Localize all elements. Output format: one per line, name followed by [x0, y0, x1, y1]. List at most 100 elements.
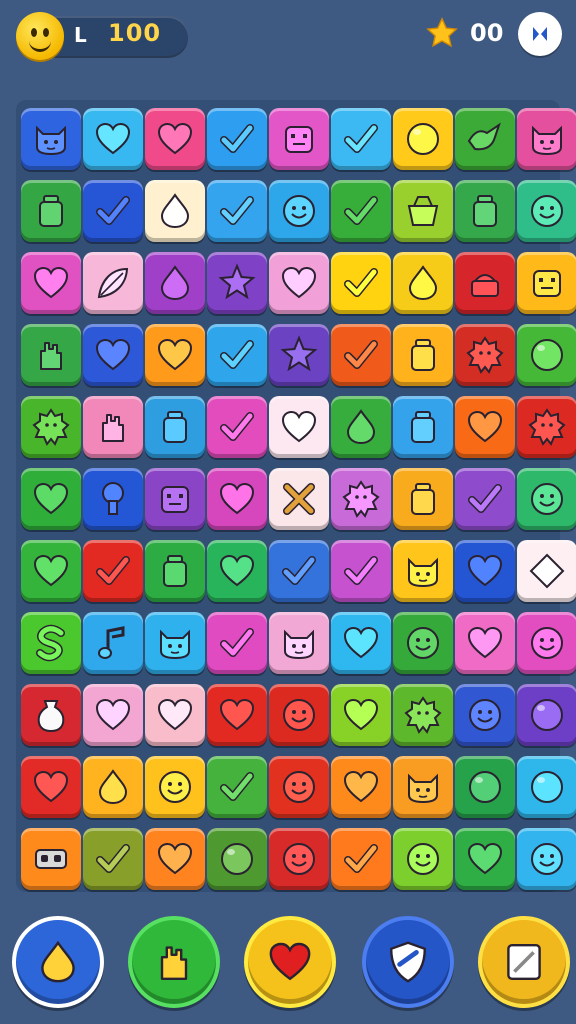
tile-tree[interactable] [83, 468, 143, 530]
tile-drop[interactable] [393, 252, 453, 314]
tile-heart[interactable] [83, 684, 143, 746]
tile-circle[interactable] [455, 756, 515, 818]
tile-heart[interactable] [207, 684, 267, 746]
tile-hand[interactable] [83, 396, 143, 458]
tile-check[interactable] [331, 324, 391, 386]
tile-face[interactable] [393, 828, 453, 890]
tile-heart[interactable] [83, 324, 143, 386]
tile-diamond[interactable] [517, 540, 576, 602]
tile-vase[interactable] [21, 684, 81, 746]
menu-button[interactable] [518, 12, 562, 56]
tile-heart[interactable] [21, 468, 81, 530]
tile-circle[interactable] [517, 324, 576, 386]
tile-heart[interactable] [455, 396, 515, 458]
tile-jar[interactable] [393, 396, 453, 458]
tile-check[interactable] [83, 828, 143, 890]
tile-hand[interactable] [21, 324, 81, 386]
tile-heart[interactable] [331, 612, 391, 674]
tile-face[interactable] [269, 684, 329, 746]
shield-booster-button[interactable] [362, 916, 454, 1008]
tile-bird[interactable] [455, 108, 515, 170]
tile-drop[interactable] [83, 756, 143, 818]
tile-drop[interactable] [145, 180, 205, 242]
tile-cat[interactable] [393, 540, 453, 602]
tile-heart[interactable] [455, 612, 515, 674]
tile-check[interactable] [83, 540, 143, 602]
tile-heart[interactable] [83, 108, 143, 170]
tile-jar[interactable] [21, 180, 81, 242]
tile-heart[interactable] [331, 684, 391, 746]
tile-face[interactable] [393, 612, 453, 674]
tile-heart[interactable] [145, 684, 205, 746]
tile-cat[interactable] [269, 612, 329, 674]
tile-heart[interactable] [21, 756, 81, 818]
tile-gear[interactable] [393, 684, 453, 746]
tile-circle[interactable] [517, 684, 576, 746]
tile-heart[interactable] [331, 756, 391, 818]
tile-cake[interactable] [455, 252, 515, 314]
tile-check[interactable] [83, 180, 143, 242]
tile-check[interactable] [207, 108, 267, 170]
tile-check[interactable] [331, 540, 391, 602]
tile-face[interactable] [455, 684, 515, 746]
tile-gear[interactable] [517, 396, 576, 458]
tile-check[interactable] [331, 180, 391, 242]
tile-circle[interactable] [517, 756, 576, 818]
tile-face[interactable] [517, 828, 576, 890]
tile-heart[interactable] [207, 540, 267, 602]
tile-jar[interactable] [455, 180, 515, 242]
tile-face[interactable] [517, 612, 576, 674]
tile-cat[interactable] [21, 108, 81, 170]
tile-robot[interactable] [21, 828, 81, 890]
tile-heart[interactable] [145, 324, 205, 386]
tile-heart[interactable] [21, 540, 81, 602]
card-booster-button[interactable] [478, 916, 570, 1008]
tile-box[interactable] [145, 468, 205, 530]
tile-drop[interactable] [331, 396, 391, 458]
tile-drop[interactable] [145, 252, 205, 314]
tile-heart[interactable] [145, 828, 205, 890]
tile-heart[interactable] [145, 108, 205, 170]
tile-check[interactable] [207, 612, 267, 674]
smiley-face-icon[interactable] [16, 12, 64, 60]
tile-cat[interactable] [393, 756, 453, 818]
tile-gear[interactable] [21, 396, 81, 458]
tile-check[interactable] [331, 828, 391, 890]
tile-heart[interactable] [269, 252, 329, 314]
tile-check[interactable] [269, 540, 329, 602]
tile-star[interactable] [269, 324, 329, 386]
tile-box[interactable] [517, 252, 576, 314]
tile-face[interactable] [269, 180, 329, 242]
tile-face[interactable] [145, 756, 205, 818]
tile-face[interactable] [269, 828, 329, 890]
tile-leaf[interactable] [83, 252, 143, 314]
tile-star[interactable] [207, 252, 267, 314]
tile-box[interactable] [269, 108, 329, 170]
tile-check[interactable] [455, 468, 515, 530]
apple-booster-button[interactable] [244, 916, 336, 1008]
tile-face[interactable] [269, 756, 329, 818]
tile-jar[interactable] [145, 540, 205, 602]
tile-jar[interactable] [145, 396, 205, 458]
tile-cat[interactable] [145, 612, 205, 674]
tile-heart[interactable] [455, 540, 515, 602]
glove-booster-button[interactable] [128, 916, 220, 1008]
tile-note[interactable] [83, 612, 143, 674]
tile-heart[interactable] [21, 252, 81, 314]
tile-check[interactable] [331, 108, 391, 170]
tile-cat[interactable] [517, 108, 576, 170]
tile-s[interactable] [21, 612, 81, 674]
tile-check[interactable] [207, 396, 267, 458]
tile-circle[interactable] [393, 108, 453, 170]
tile-check[interactable] [331, 252, 391, 314]
tile-heart[interactable] [207, 468, 267, 530]
tile-circle[interactable] [207, 828, 267, 890]
tile-gear[interactable] [455, 324, 515, 386]
tile-face[interactable] [517, 180, 576, 242]
tile-jar[interactable] [393, 468, 453, 530]
tile-face[interactable] [517, 468, 576, 530]
tile-cross[interactable] [269, 468, 329, 530]
tile-gear[interactable] [331, 468, 391, 530]
tile-check[interactable] [207, 324, 267, 386]
tile-basket[interactable] [393, 180, 453, 242]
